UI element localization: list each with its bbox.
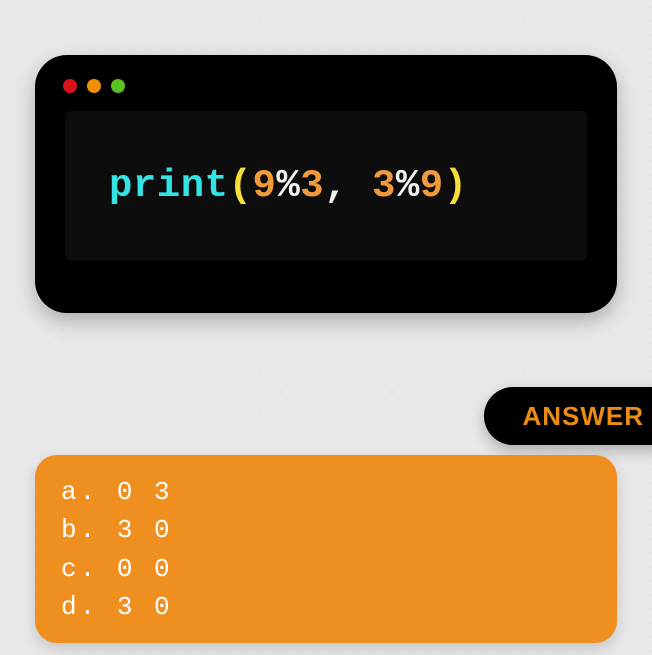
option-d[interactable]: d. 3 0 [61, 588, 591, 626]
code-token: 3 [300, 164, 324, 208]
code-token: 9 [252, 164, 276, 208]
code-token: 3 [372, 164, 396, 208]
code-line: print(9%3, 3%9) [109, 164, 468, 208]
answer-button[interactable]: ANSWER [484, 387, 652, 445]
answer-label: ANSWER [522, 401, 644, 432]
option-c[interactable]: c. 0 0 [61, 550, 591, 588]
close-icon [63, 79, 77, 93]
minimize-icon [87, 79, 101, 93]
code-area: print(9%3, 3%9) [65, 111, 587, 261]
options-panel: a. 0 3 b. 3 0 c. 0 0 d. 3 0 [35, 455, 617, 643]
window-controls [35, 55, 617, 93]
code-token: % [276, 164, 300, 208]
code-token: print [109, 164, 229, 208]
code-token: % [396, 164, 420, 208]
code-token: 9 [420, 164, 444, 208]
code-window: print(9%3, 3%9) [35, 55, 617, 313]
code-token: , [324, 164, 372, 208]
option-b[interactable]: b. 3 0 [61, 511, 591, 549]
code-token: ( [229, 164, 253, 208]
option-a[interactable]: a. 0 3 [61, 473, 591, 511]
maximize-icon [111, 79, 125, 93]
code-token: ) [444, 164, 468, 208]
